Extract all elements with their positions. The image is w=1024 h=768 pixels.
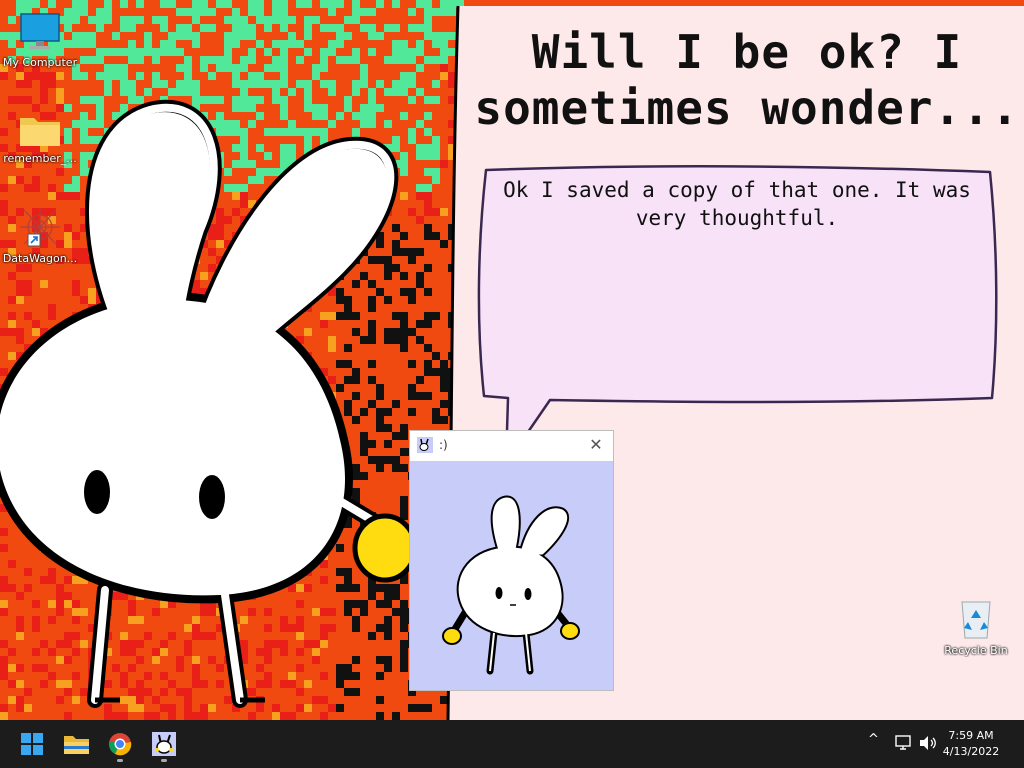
speech-title: Will I be ok? I sometimes wonder... (470, 24, 1024, 136)
desktop-icon-remember[interactable]: remember_... (0, 112, 80, 165)
volume-icon[interactable] (918, 734, 938, 752)
message-text: Ok I saved a copy of that one. It was ve… (492, 176, 982, 232)
desktop-icon-my-computer[interactable]: My Computer (0, 12, 80, 69)
chrome-icon (109, 733, 132, 756)
bunny-icon (417, 437, 433, 453)
running-indicator (161, 759, 167, 762)
tray-overflow-chevron-icon[interactable]: ^ (868, 732, 879, 747)
desktop-icon-recycle-bin[interactable]: Recycle Bin (937, 598, 1015, 657)
running-indicator (117, 759, 123, 762)
message-line2: very thoughtful. (635, 206, 839, 230)
bunny-icon (152, 732, 176, 756)
desktop-icon-label: remember_... (3, 152, 77, 165)
folder-icon (64, 736, 89, 754)
clock-time: 7:59 AM (948, 729, 994, 742)
taskbar: ^ 7:59 AM 4/13/2022 (0, 720, 1024, 768)
small-bunny-image (442, 495, 580, 675)
window-content (410, 461, 613, 690)
desktop-icon-label: Recycle Bin (944, 644, 1008, 657)
recycle-bin-icon (961, 601, 991, 639)
desktop-icon-label: DataWagon... (2, 252, 78, 265)
close-icon[interactable]: ✕ (585, 434, 607, 456)
bunny-window[interactable]: :) ✕ (409, 430, 614, 691)
speech-title-line1: Will I be ok? I (531, 25, 963, 79)
window-title: :) (439, 438, 448, 452)
window-titlebar[interactable]: :) ✕ (410, 431, 613, 461)
desktop-icon-datawagon[interactable]: DataWagon... (0, 206, 80, 265)
bunny-app-button[interactable] (144, 724, 184, 764)
chrome-button[interactable] (100, 724, 140, 764)
clock-date: 4/13/2022 (942, 745, 1000, 758)
wallpaper-bunny (0, 100, 418, 708)
clock[interactable]: 7:59 AM 4/13/2022 (936, 728, 1006, 760)
speech-title-line2: sometimes wonder... (474, 81, 1020, 135)
monitor-icon (20, 13, 60, 49)
start-button[interactable] (12, 724, 52, 764)
folder-icon (20, 118, 60, 146)
desktop-icon-label: My Computer (2, 56, 78, 69)
message-line1: Ok I saved a copy of that one. It was (503, 178, 971, 202)
desktop: Will I be ok? I sometimes wonder... Ok I… (0, 0, 1024, 720)
network-icon[interactable] (894, 734, 914, 752)
windows-start-icon (21, 733, 43, 755)
file-explorer-button[interactable] (56, 724, 96, 764)
datawagon-shortcut-icon (20, 208, 60, 247)
